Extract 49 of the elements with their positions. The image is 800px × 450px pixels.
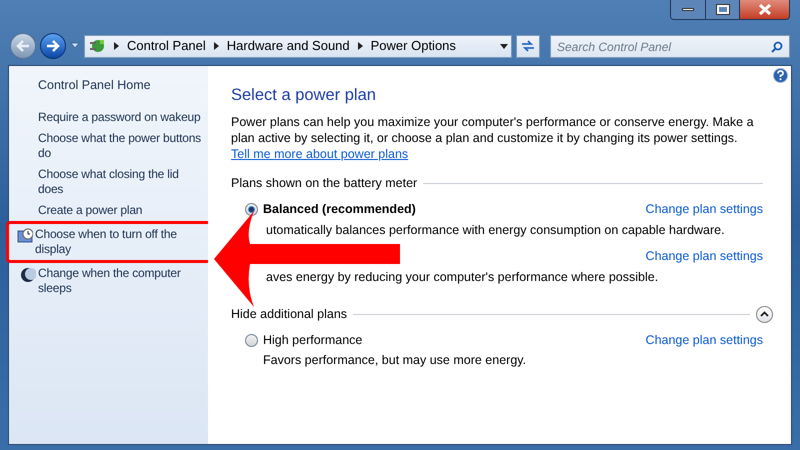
sidebar-link[interactable]: Choose what the power buttons do bbox=[38, 130, 206, 161]
change-settings-link[interactable]: Change plan settings bbox=[646, 247, 763, 266]
chevron-up-icon bbox=[760, 311, 769, 318]
minimize-button[interactable] bbox=[671, 0, 705, 19]
collapse-button[interactable] bbox=[756, 306, 773, 323]
page-heading: Select a power plan bbox=[231, 85, 377, 106]
chevron-icon bbox=[214, 42, 219, 50]
history-dropdown-icon[interactable] bbox=[70, 42, 80, 50]
sidebar-link[interactable]: Choose when to turn off the display bbox=[35, 226, 203, 257]
intro-paragraph: Power plans can help you maximize your computer's performance or conserve energy. Make a plan active by selecting it, or choose a plan and customize it by changing its power settings. Tell me more about power plans bbox=[231, 114, 755, 162]
monitor-clock-icon bbox=[17, 228, 33, 244]
sidebar-link[interactable]: Control Panel Home bbox=[38, 76, 208, 95]
search-icon[interactable] bbox=[771, 40, 783, 52]
plan-description: aves energy by reducing your computer's performance where possible. bbox=[266, 268, 660, 286]
forward-button[interactable] bbox=[40, 33, 66, 59]
help-icon[interactable] bbox=[773, 68, 788, 83]
sidebar-link[interactable]: Create a power plan bbox=[38, 202, 206, 218]
section-heading: Hide additional plans bbox=[231, 306, 348, 323]
address-bar[interactable]: Control Panel Hardware and Sound Power Options bbox=[84, 34, 512, 58]
radio-button[interactable] bbox=[245, 334, 258, 347]
sidebar-link[interactable]: Require a password on wakeup bbox=[38, 110, 206, 125]
moon-icon bbox=[20, 266, 36, 283]
help-link[interactable]: Tell me more about power plans bbox=[231, 146, 408, 161]
plan-name[interactable]: High performance bbox=[263, 330, 362, 350]
change-settings-link[interactable]: Change plan settings bbox=[646, 200, 763, 220]
back-arrow-icon bbox=[16, 40, 30, 52]
chevron-icon bbox=[114, 42, 119, 50]
refresh-button[interactable] bbox=[516, 34, 540, 58]
close-button[interactable] bbox=[739, 0, 789, 19]
close-icon bbox=[758, 4, 772, 15]
refresh-icon bbox=[521, 40, 535, 52]
section-heading: Plans shown on the battery meter bbox=[231, 175, 418, 192]
sidebar-link[interactable]: Choose what closing the lid does bbox=[38, 166, 206, 197]
search-field[interactable]: Search Control Panel bbox=[550, 35, 790, 58]
plan-description: utomatically balances performance with energy consumption on capable hardware. bbox=[266, 222, 726, 239]
sidebar-link[interactable]: Change when the computer sleeps bbox=[38, 266, 206, 296]
plan-description: Favors performance, but may use more energy. bbox=[263, 352, 528, 370]
forward-arrow-icon bbox=[46, 40, 60, 52]
chevron-icon bbox=[358, 42, 363, 50]
back-button[interactable] bbox=[10, 33, 36, 59]
change-settings-link[interactable]: Change plan settings bbox=[646, 330, 763, 350]
plan-name[interactable]: Balanced (recommended) bbox=[263, 200, 416, 220]
radio-button[interactable] bbox=[245, 203, 258, 216]
breadcrumb-link[interactable]: Hardware and Sound bbox=[226, 36, 350, 56]
power-plug-icon bbox=[88, 37, 106, 55]
maximize-button[interactable] bbox=[705, 0, 739, 19]
dropdown-caret-icon[interactable] bbox=[500, 44, 508, 48]
breadcrumb-link[interactable]: Control Panel bbox=[127, 36, 206, 56]
breadcrumb-link[interactable]: Power Options bbox=[370, 36, 456, 56]
